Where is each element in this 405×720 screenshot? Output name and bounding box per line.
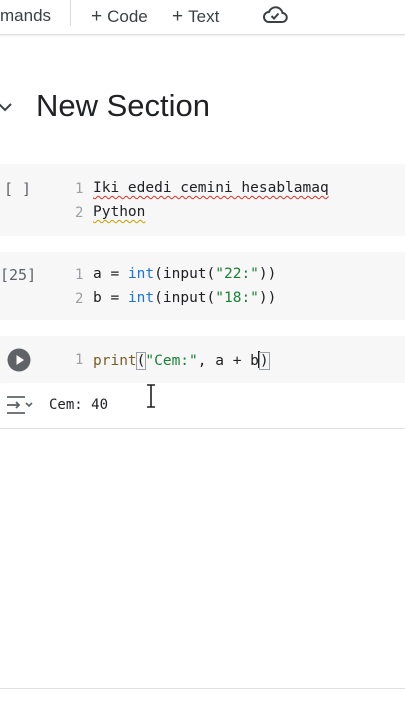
section-header: New Section (0, 88, 405, 128)
line-number: 2 (75, 291, 84, 307)
code-text: Iki ededi cemini hesablamaq (93, 180, 329, 196)
plus-icon: + (172, 6, 184, 27)
output-divider (0, 428, 405, 429)
code-token: int (127, 266, 155, 282)
code-line[interactable]: print("Cem:", a + b) (93, 351, 270, 370)
commands-button-label[interactable]: mands (0, 6, 51, 26)
code-line[interactable]: b = int(input("18:")) (93, 290, 276, 306)
code-text: Python (93, 204, 146, 220)
code-token: "22:" (215, 266, 259, 282)
add-code-button[interactable]: + Code (91, 6, 148, 28)
code-token: )) (258, 266, 277, 282)
code-token: ( (154, 266, 163, 282)
line-number: 1 (75, 352, 84, 368)
toolbar-divider (70, 0, 71, 26)
execution-count: [25] (0, 266, 37, 284)
line-number: 1 (75, 181, 84, 197)
code-token: ( (206, 290, 216, 306)
code-cell-3[interactable]: 1 print("Cem:", a + b) (0, 336, 405, 383)
line-number: 1 (75, 267, 84, 283)
code-token: b (93, 290, 102, 306)
code-cell-2[interactable]: [25] 1 a = int(input("22:")) 2 b = int(i… (0, 252, 405, 320)
cell-output: Cem: 40 (49, 397, 109, 413)
text-cursor-ibeam-icon (147, 384, 155, 408)
code-token: print (93, 353, 137, 369)
output-toggle-icon[interactable] (5, 395, 33, 415)
code-token: input (162, 266, 207, 282)
cloud-save-icon[interactable] (262, 4, 288, 26)
code-token: )) (258, 290, 277, 306)
code-token: input (162, 290, 207, 306)
code-token: = (101, 266, 128, 282)
code-token: a (93, 266, 102, 282)
chevron-down-icon[interactable] (0, 98, 14, 116)
code-line[interactable]: a = int(input("22:")) (93, 266, 276, 282)
bottom-divider (0, 688, 405, 689)
code-line[interactable]: Iki ededi cemini hesablamaq (93, 180, 329, 196)
code-token: int (127, 290, 155, 306)
code-line[interactable]: Python (93, 204, 145, 220)
plus-icon: + (91, 6, 103, 27)
add-text-label: Text (188, 7, 220, 26)
code-cell-1[interactable]: [ ] 1 Iki ededi cemini hesablamaq 2 Pyth… (0, 164, 405, 236)
add-text-button[interactable]: + Text (172, 6, 219, 28)
code-token: ( (206, 266, 216, 282)
code-token: , a + b (197, 353, 259, 369)
play-icon[interactable] (7, 348, 31, 372)
add-code-label: Code (107, 7, 148, 26)
notebook-toolbar: mands + Code + Text (0, 0, 405, 35)
code-token: = (101, 290, 128, 306)
execution-count: [ ] (4, 180, 32, 198)
code-token: "18:" (215, 290, 259, 306)
code-token: ) (258, 352, 270, 370)
code-token: "Cem:" (145, 353, 198, 369)
section-title: New Section (36, 88, 211, 123)
line-number: 2 (75, 205, 84, 221)
code-token: ( (154, 290, 163, 306)
